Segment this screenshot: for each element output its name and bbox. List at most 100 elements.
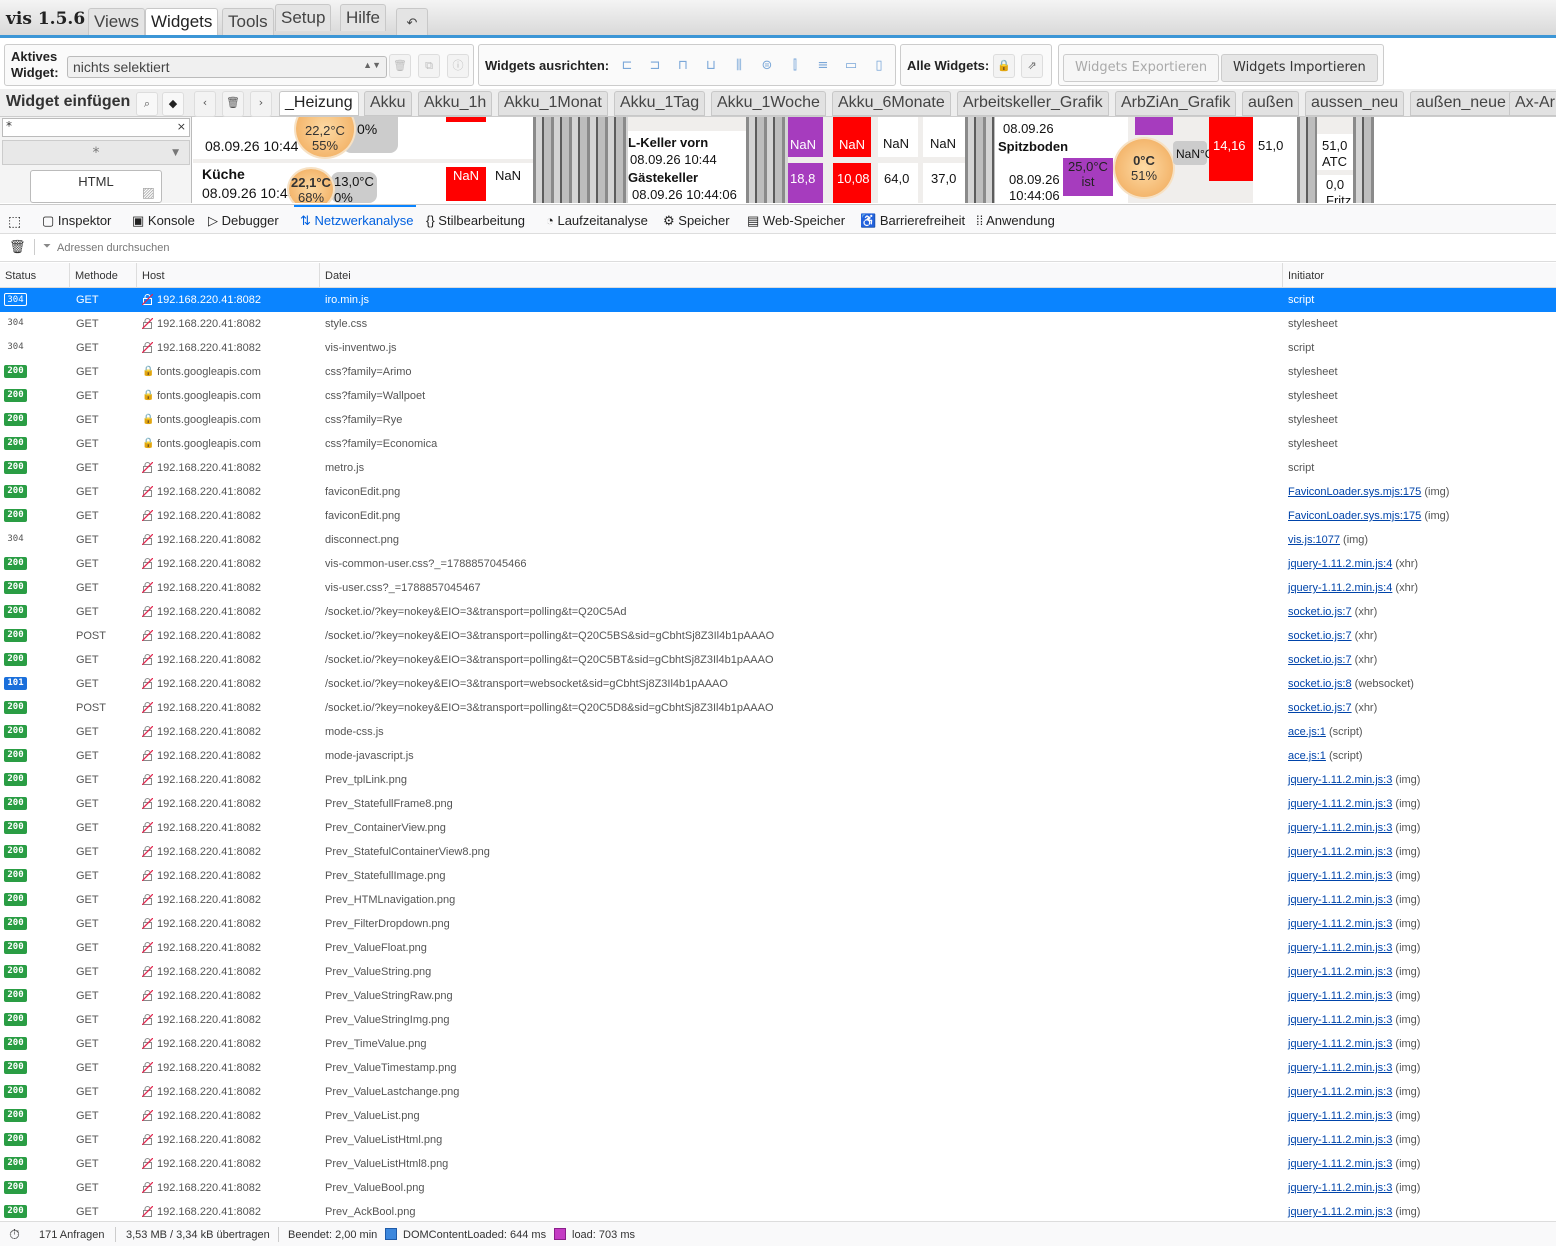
menu-tab-hilfe[interactable]: Hilfe	[340, 4, 387, 31]
tab-console[interactable]: ▣ Konsole	[132, 213, 195, 229]
view-tab[interactable]: ArbZiAn_Grafik	[1115, 91, 1237, 116]
request-row[interactable]: 200 GET 192.168.220.41:8082 Prev_ValueStrin…	[0, 1008, 1556, 1032]
trash-view-icon[interactable]: 🗑	[222, 91, 244, 117]
request-row[interactable]: 200 GET 192.168.220.41:8082 mode-javascript…	[0, 744, 1556, 768]
same-width-icon[interactable]: ▭	[843, 57, 859, 75]
align-center-h-icon[interactable]: ⫼	[731, 57, 747, 75]
request-row[interactable]: 200 GET 192.168.220.41:8082 Prev_ValueStrin…	[0, 960, 1556, 984]
request-row[interactable]: 200 GET 192.168.220.41:8082 vis-user.css?_=…	[0, 576, 1556, 600]
humidity-gauge[interactable]: 22,1°C 68%	[289, 169, 333, 203]
url-filter-input[interactable]: ⏷ Adressen durchsuchen	[40, 238, 640, 258]
html-widget-preview[interactable]: HTML ▨	[30, 170, 162, 203]
initiator-link[interactable]: jquery-1.11.2.min.js:3	[1288, 1182, 1392, 1194]
copy-widget-icon[interactable]: ⧉	[418, 54, 440, 78]
initiator-link[interactable]: FaviconLoader.sys.mjs:175	[1288, 486, 1421, 498]
initiator-link[interactable]: vis.js:1077	[1288, 534, 1340, 546]
widget-filter-input[interactable]: * ×	[2, 118, 190, 137]
humidity-gauge[interactable]: 0°C 51%	[1115, 139, 1173, 197]
view-tab[interactable]: Akku_1Tag	[614, 91, 706, 116]
initiator-link[interactable]: ace.js:1	[1288, 750, 1326, 762]
element-picker-icon[interactable]: ⬚	[8, 213, 21, 230]
request-row[interactable]: 200 GET 192.168.220.41:8082 Prev_ValueFloat…	[0, 936, 1556, 960]
menu-tab-views[interactable]: Views	[88, 8, 146, 35]
delete-widget-icon[interactable]: 🗑	[389, 54, 411, 78]
request-row[interactable]: 200 GET 🔒 fonts.googleapis.com css?family=Ar…	[0, 360, 1556, 384]
initiator-link[interactable]: socket.io.js:7	[1288, 606, 1352, 618]
initiator-link[interactable]: ace.js:1	[1288, 726, 1326, 738]
humidity-gauge[interactable]: 22,2°C 55%	[296, 117, 354, 157]
align-bottom-icon[interactable]: ⊔	[703, 57, 719, 75]
request-row[interactable]: 200 GET 192.168.220.41:8082 Prev_ValueListH…	[0, 1152, 1556, 1176]
widget-category-select[interactable]: * ▼	[2, 140, 190, 165]
initiator-link[interactable]: jquery-1.11.2.min.js:3	[1288, 774, 1392, 786]
initiator-link[interactable]: jquery-1.11.2.min.js:3	[1288, 798, 1392, 810]
initiator-link[interactable]: jquery-1.11.2.min.js:3	[1288, 870, 1392, 882]
request-row[interactable]: 304 GET 192.168.220.41:8082 style.css styles…	[0, 312, 1556, 336]
initiator-link[interactable]: jquery-1.11.2.min.js:3	[1288, 846, 1392, 858]
view-tab[interactable]: Akku	[364, 91, 412, 116]
tab-style-editor[interactable]: {} Stilbearbeitung	[426, 213, 525, 228]
request-row[interactable]: 200 GET 192.168.220.41:8082 Prev_ValueListH…	[0, 1128, 1556, 1152]
setpoint-tile[interactable]: 25,0°C ist	[1063, 158, 1113, 196]
request-row[interactable]: 200 GET 192.168.220.41:8082 Prev_HTMLnaviga…	[0, 888, 1556, 912]
initiator-link[interactable]: jquery-1.11.2.min.js:4	[1288, 582, 1392, 594]
request-row[interactable]: 200 GET 192.168.220.41:8082 Prev_AckBool.pn…	[0, 1200, 1556, 1221]
col-status[interactable]: Status	[0, 263, 70, 288]
view-tab[interactable]: aussen_neu	[1305, 91, 1405, 116]
request-row[interactable]: 200 GET 192.168.220.41:8082 Prev_ValueTimes…	[0, 1056, 1556, 1080]
request-row[interactable]: 200 GET 192.168.220.41:8082 faviconEdit.png…	[0, 480, 1556, 504]
col-host[interactable]: Host	[137, 263, 320, 288]
initiator-link[interactable]: socket.io.js:8	[1288, 678, 1352, 690]
view-tab[interactable]: Akku_1h	[418, 91, 493, 116]
request-row[interactable]: 200 GET 192.168.220.41:8082/socket.io/?key…	[0, 648, 1556, 672]
request-row[interactable]: 200 GET 192.168.220.41:8082 Prev_StatefullF…	[0, 792, 1556, 816]
request-row[interactable]: 304 GET 192.168.220.41:8082 disconnect.png v…	[0, 528, 1556, 552]
request-row[interactable]: 200 GET 192.168.220.41:8082 Prev_ValueLastc…	[0, 1080, 1556, 1104]
request-row[interactable]: 200 GET 192.168.220.41:8082/socket.io/?key…	[0, 600, 1556, 624]
request-row[interactable]: 200 GET 🔒 fonts.googleapis.com css?family=Ry…	[0, 408, 1556, 432]
request-row[interactable]: 304 GET 192.168.220.41:8082 vis-inventwo.js…	[0, 336, 1556, 360]
trash-icon[interactable]: 🗑	[9, 240, 26, 255]
menu-tab-setup[interactable]: Setup	[275, 4, 332, 31]
distribute-h-icon[interactable]: ⫿	[787, 57, 803, 75]
request-row[interactable]: 101 GET 192.168.220.41:8082/socket.io/?key…	[0, 672, 1556, 696]
chevron-right-icon[interactable]: ›	[250, 91, 272, 117]
initiator-link[interactable]: FaviconLoader.sys.mjs:175	[1288, 510, 1421, 522]
view-tab[interactable]: außen_neue	[1410, 91, 1512, 116]
distribute-v-icon[interactable]: ≡	[815, 57, 831, 75]
tab-accessibility[interactable]: ♿ Barrierefreiheit	[860, 213, 965, 229]
initiator-link[interactable]: jquery-1.11.2.min.js:3	[1288, 894, 1392, 906]
view-tab[interactable]: außen	[1242, 91, 1300, 116]
chevron-left-icon[interactable]: ‹	[194, 91, 216, 117]
tag-icon[interactable]: ◆	[162, 92, 184, 116]
import-widgets-button[interactable]: Widgets Importieren	[1221, 54, 1378, 82]
same-height-icon[interactable]: ▯	[871, 57, 887, 75]
undo-icon[interactable]: ↶	[396, 8, 428, 35]
initiator-link[interactable]: jquery-1.11.2.min.js:3	[1288, 1134, 1392, 1146]
initiator-link[interactable]: jquery-1.11.2.min.js:4	[1288, 558, 1392, 570]
initiator-link[interactable]: jquery-1.11.2.min.js:3	[1288, 990, 1392, 1002]
active-widget-select[interactable]: nichts selektiert ▲▼	[67, 56, 387, 78]
initiator-link[interactable]: jquery-1.11.2.min.js:3	[1288, 1038, 1392, 1050]
request-row[interactable]: 200 GET 🔒 fonts.googleapis.com css?family=Ec…	[0, 432, 1556, 456]
initiator-link[interactable]: jquery-1.11.2.min.js:3	[1288, 1158, 1392, 1170]
view-tab[interactable]: Akku_1Woche	[711, 91, 826, 116]
request-row[interactable]: 200 GET 192.168.220.41:8082 Prev_ContainerV…	[0, 816, 1556, 840]
clear-filter-icon[interactable]: ×	[177, 120, 186, 133]
initiator-link[interactable]: jquery-1.11.2.min.js:3	[1288, 942, 1392, 954]
tab-application[interactable]: ⁞⁞ Anwendung	[976, 213, 1055, 228]
initiator-link[interactable]: jquery-1.11.2.min.js:3	[1288, 1110, 1392, 1122]
align-center-v-icon[interactable]: ⊜	[759, 57, 775, 75]
menu-tab-tools[interactable]: Tools	[222, 8, 274, 35]
search-icon[interactable]: ⌕	[136, 92, 158, 116]
request-row[interactable]: 200 POST 192.168.220.41:8082/socket.io/?ke…	[0, 624, 1556, 648]
initiator-link[interactable]: jquery-1.11.2.min.js:3	[1288, 966, 1392, 978]
export-widgets-button[interactable]: Widgets Exportieren	[1063, 54, 1220, 82]
request-row[interactable]: 200 GET 192.168.220.41:8082 Prev_StatefulCo…	[0, 840, 1556, 864]
request-row[interactable]: 200 GET 192.168.220.41:8082 Prev_ValueList.…	[0, 1104, 1556, 1128]
initiator-link[interactable]: jquery-1.11.2.min.js:3	[1288, 1086, 1392, 1098]
request-row[interactable]: 304 GET 192.168.220.41:8082 iro.min.js scrip…	[0, 288, 1556, 312]
request-row[interactable]: 200 GET 192.168.220.41:8082 Prev_ValueStrin…	[0, 984, 1556, 1008]
col-method[interactable]: Methode	[70, 263, 137, 288]
col-file[interactable]: Datei	[320, 263, 1283, 288]
